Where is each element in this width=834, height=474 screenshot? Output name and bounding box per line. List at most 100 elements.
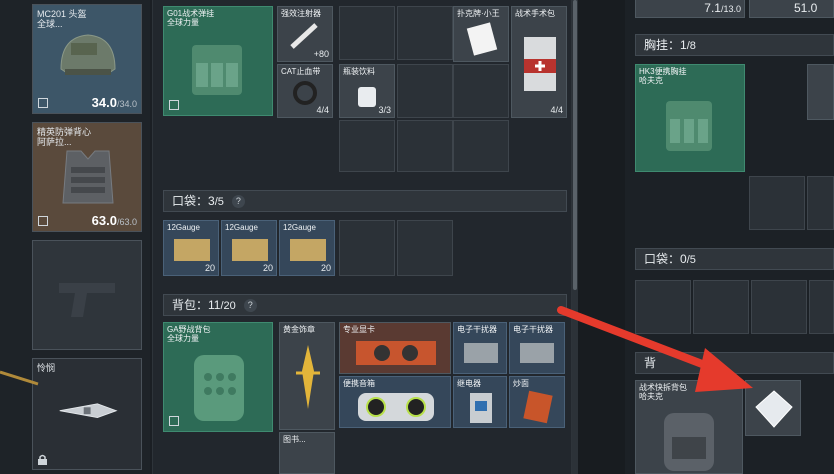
right-chest-rig-name: HK3便携胸挂 哈夫克 — [639, 67, 687, 85]
backpack-item[interactable]: GA野战背包 全球力量 — [163, 322, 273, 432]
item-bottled-drink[interactable]: 瓶装饮料 3/3 — [339, 64, 395, 118]
ammo-box-icon — [290, 239, 326, 261]
item-ammo[interactable]: 12Gauge 20 — [163, 220, 219, 276]
item-surgical-kit[interactable]: 战术手术包 4/4 — [511, 6, 567, 118]
item-count: 4/4 — [316, 105, 329, 115]
item-ammo[interactable]: 12Gauge 20 — [279, 220, 335, 276]
pistol-slot-empty[interactable] — [32, 240, 142, 350]
pocket-section-header: 口袋：3/5? — [163, 190, 567, 212]
syringe-icon — [290, 23, 318, 49]
item-count: 20 — [204, 263, 215, 273]
item-name: 强效注射器 — [281, 9, 321, 18]
grid-slot[interactable] — [809, 280, 834, 334]
graphics-card-icon — [356, 341, 436, 365]
item-name: 继电器 — [457, 379, 481, 388]
item-name: 扑克牌·小王 — [457, 9, 500, 18]
helmet-durability: 34.0/34.0 — [91, 95, 137, 110]
slot-type-icon — [169, 416, 179, 426]
right-top-item[interactable]: 7.1/13.0 — [635, 0, 745, 18]
help-icon[interactable]: ? — [231, 195, 245, 209]
scrollbar-thumb[interactable] — [573, 0, 577, 290]
inventory-screen: MC201 头盔 全球... 34.0/34.0 精英防弹背心 阿萨拉... 63.… — [0, 0, 834, 474]
right-top-durability: 7.1/13.0 — [704, 1, 741, 15]
body-armor-icon — [62, 150, 114, 204]
relay-icon — [470, 393, 492, 423]
grid-slot[interactable] — [453, 64, 509, 118]
item-gold-badge[interactable]: 黄金饰章 — [279, 322, 335, 430]
knife-handle-overflow — [0, 370, 39, 386]
item-count: 20 — [262, 263, 273, 273]
armor-slot[interactable]: 精英防弹背心 阿萨拉... 63.0/63.0 — [32, 122, 142, 232]
equipment-column: MC201 头盔 全球... 34.0/34.0 精英防弹背心 阿萨拉... 63.… — [0, 0, 150, 474]
item-name: 图书... — [283, 435, 306, 444]
pistol-silhouette-icon — [59, 283, 115, 317]
item-tourniquet[interactable]: CAT止血带 4/4 — [277, 64, 333, 118]
right-top-value: 51.0 — [794, 1, 818, 15]
grid-slot[interactable] — [749, 176, 805, 230]
backpack-section-header: 背包：11/20? — [163, 294, 567, 316]
help-icon[interactable]: ? — [243, 299, 257, 313]
grid-slot[interactable] — [397, 64, 453, 118]
item-poker-card[interactable]: 扑克牌·小王 — [453, 6, 509, 62]
item-name: 12Gauge — [283, 223, 316, 232]
right-partial-item[interactable] — [807, 64, 834, 120]
chest-rig-icon — [192, 45, 242, 95]
grid-slot[interactable] — [397, 6, 453, 60]
red-arrow-annotation — [557, 306, 753, 392]
grid-slot[interactable] — [397, 220, 453, 276]
item-ammo[interactable]: 12Gauge 20 — [221, 220, 277, 276]
item-count: +80 — [313, 49, 329, 59]
grid-slot[interactable] — [339, 120, 395, 172]
item-injector[interactable]: 强效注射器 +80 — [277, 6, 333, 62]
item-name: 瓶装饮料 — [343, 67, 375, 76]
slot-type-icon — [38, 216, 48, 226]
melee-slot[interactable]: 怜悯 — [32, 358, 142, 470]
chest-rig-item[interactable]: G01战术弹挂 全球力量 — [163, 6, 273, 116]
slot-type-icon — [38, 98, 48, 108]
helmet-slot[interactable]: MC201 头盔 全球... 34.0/34.0 — [32, 4, 142, 114]
item-relay[interactable]: 继电器 — [453, 376, 507, 428]
lock-icon — [38, 454, 47, 465]
jammer-icon — [520, 343, 554, 363]
item-name: 12Gauge — [167, 223, 200, 232]
container-panel: G01战术弹挂 全球力量 强效注射器 +80 CAT止血带 4/4 瓶装饮料 3/… — [152, 0, 572, 474]
helmet-icon — [60, 34, 116, 75]
right-top-item-2[interactable]: 51.0 — [749, 0, 834, 18]
ammo-box-icon — [232, 239, 268, 261]
item-jammer[interactable]: 电子干扰器 — [453, 322, 507, 374]
gold-badge-icon — [296, 345, 320, 409]
knife-icon — [59, 403, 118, 419]
playing-card-icon — [466, 22, 498, 56]
item-name: 电子干扰器 — [457, 325, 497, 334]
right-chest-rig-item[interactable]: HK3便携胸挂 哈夫克 — [635, 64, 745, 172]
backpack-icon — [664, 413, 714, 471]
grid-slot[interactable] — [453, 120, 509, 172]
item-name: 便携音箱 — [343, 379, 375, 388]
grid-slot[interactable] — [339, 6, 395, 60]
item-graphics-card[interactable]: 专业显卡 — [339, 322, 451, 374]
grid-slot[interactable] — [807, 176, 834, 230]
item-count: 4/4 — [550, 105, 563, 115]
tourniquet-icon — [293, 81, 317, 105]
item-partial[interactable]: 图书... — [279, 432, 335, 474]
backpack-name: GA野战背包 全球力量 — [167, 325, 211, 343]
backpack-icon — [194, 355, 244, 421]
item-name: CAT止血带 — [281, 67, 321, 76]
ammo-box-icon — [174, 239, 210, 261]
item-speaker[interactable]: 便携音箱 — [339, 376, 451, 428]
item-name: 电子干扰器 — [513, 325, 553, 334]
jammer-icon — [464, 343, 498, 363]
item-name: 专业显卡 — [343, 325, 375, 334]
right-pocket-section-header: 口袋：0/5 — [635, 248, 834, 270]
slot-type-icon — [169, 100, 179, 110]
item-name: 战术手术包 — [515, 9, 555, 18]
speaker-icon — [358, 393, 434, 421]
item-count: 20 — [320, 263, 331, 273]
grid-slot[interactable] — [397, 120, 453, 172]
chest-rig-name: G01战术弹挂 全球力量 — [167, 9, 215, 27]
chest-section-header: 胸挂：1/8 — [635, 34, 834, 56]
item-count: 3/3 — [378, 105, 391, 115]
grid-slot[interactable] — [339, 220, 395, 276]
item-name: 12Gauge — [225, 223, 258, 232]
armor-durability: 63.0/63.0 — [91, 213, 137, 228]
